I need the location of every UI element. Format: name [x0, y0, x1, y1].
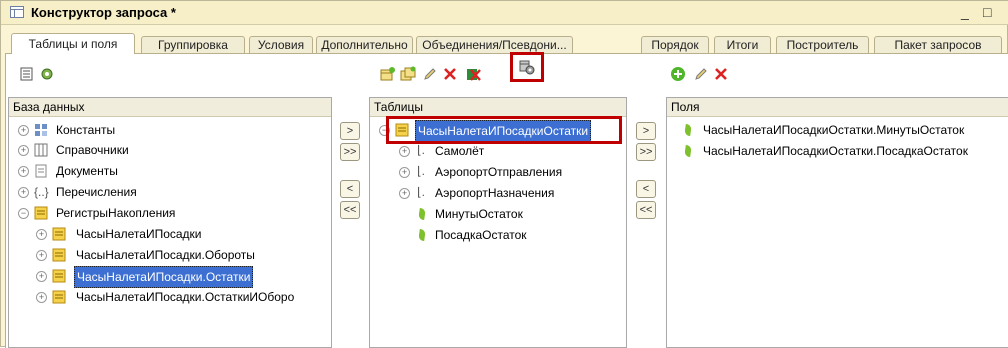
tree-item-label: ЧасыНалетаИПосадки — [76, 227, 202, 241]
reference-icon: ⌊. — [417, 143, 426, 157]
remove-all-tables-button[interactable]: << — [340, 201, 360, 219]
tree-item-label: АэропортОтправления — [435, 165, 563, 179]
tree-item-label: Константы — [56, 123, 116, 137]
fields-header: Поля — [667, 98, 1008, 117]
tab-conditions[interactable]: Условия — [249, 36, 313, 53]
tree-item-label: Перечисления — [56, 185, 137, 199]
delete-icon[interactable] — [713, 66, 729, 82]
expand-icon[interactable]: + — [36, 250, 47, 261]
add-table-icon[interactable] — [379, 66, 395, 82]
tab-grouping[interactable]: Группировка — [141, 36, 245, 53]
remove-field-button[interactable]: < — [636, 180, 656, 198]
expand-icon[interactable]: + — [18, 145, 29, 156]
register-icon — [52, 227, 66, 241]
tree-item-label: Справочники — [56, 143, 129, 157]
expand-icon[interactable]: + — [18, 166, 29, 177]
add-all-tables-button[interactable]: >> — [340, 143, 360, 161]
database-header: База данных — [9, 98, 331, 117]
expand-icon[interactable]: + — [36, 229, 47, 240]
tab-builder[interactable]: Построитель — [776, 36, 869, 53]
field-label: ЧасыНалетаИПосадкиОстатки.ПосадкаОстаток — [703, 144, 968, 158]
tree-item-label: Документы — [56, 164, 118, 178]
tree-item-label: РегистрыНакопления — [56, 206, 176, 220]
expand-icon[interactable]: + — [399, 188, 410, 199]
tab-tables-fields[interactable]: Таблицы и поля — [11, 33, 135, 54]
tree-item-label-selected: ЧасыНалетаИПосадки.Остатки — [74, 266, 254, 288]
resource-field-icon — [684, 145, 692, 157]
add-all-fields-button[interactable]: >> — [636, 143, 656, 161]
register-icon — [34, 206, 48, 220]
expand-icon[interactable]: + — [36, 292, 47, 303]
query-builder-window: Конструктор запроса * _ □ Таблицы и поля… — [0, 0, 1008, 348]
tab-totals[interactable]: Итоги — [714, 36, 771, 53]
reference-icon: ⌊. — [417, 164, 426, 178]
reference-icon: ⌊. — [417, 185, 426, 199]
add-plus-icon[interactable] — [670, 66, 686, 82]
table-settings-icon[interactable] — [519, 59, 535, 75]
tree-item-label: ЧасыНалетаИПосадки.ОстаткиИОборо — [76, 290, 295, 304]
enums-icon: {..} — [34, 185, 49, 199]
collapse-icon[interactable]: − — [18, 208, 29, 219]
expand-icon[interactable]: + — [36, 271, 47, 282]
add-table-button[interactable]: > — [340, 122, 360, 140]
tree-item-label: АэропортНазначения — [435, 186, 555, 200]
expand-icon[interactable]: + — [399, 167, 410, 178]
add-field-button[interactable]: > — [636, 122, 656, 140]
tab-content: База данных + Константы + Справочники + — [5, 52, 1008, 348]
resource-field-icon — [418, 208, 426, 220]
tab-additional[interactable]: Дополнительно — [316, 36, 413, 53]
fields-panel: Поля ЧасыНалетаИПосадкиОстатки.МинутыОст… — [666, 97, 1008, 348]
register-icon — [52, 269, 66, 283]
tree-item-label: МинутыОстаток — [435, 207, 523, 221]
register-icon — [52, 290, 66, 304]
resource-field-icon — [418, 229, 426, 241]
remove-all-fields-button[interactable]: << — [636, 201, 656, 219]
remove-table-button[interactable]: < — [340, 180, 360, 198]
tab-order[interactable]: Порядок — [641, 36, 709, 53]
register-icon — [52, 248, 66, 262]
maximize-button[interactable]: □ — [983, 4, 991, 20]
expand-icon[interactable]: + — [399, 146, 410, 157]
documents-icon — [35, 164, 47, 178]
database-panel: База данных + Константы + Справочники + — [8, 97, 332, 348]
tables-panel: Таблицы − ЧасыНалетаИПосадкиОстатки + ⌊.… — [369, 97, 627, 348]
catalogs-icon — [34, 143, 48, 157]
list-icon[interactable] — [19, 66, 35, 82]
tab-bar: Таблицы и поля Группировка Условия Допол… — [5, 29, 1008, 54]
delete-icon[interactable] — [442, 66, 458, 82]
resource-field-icon — [684, 124, 692, 136]
window-title: Конструктор запроса * — [31, 5, 176, 20]
tree-item-label: ЧасыНалетаИПосадки.Обороты — [76, 248, 255, 262]
tables-header: Таблицы — [370, 98, 626, 117]
minimize-button[interactable]: _ — [961, 4, 969, 20]
edit-pencil-icon[interactable] — [693, 66, 709, 82]
expand-icon[interactable]: + — [18, 125, 29, 136]
add-nested-table-icon[interactable] — [400, 66, 416, 82]
constants-icon — [35, 124, 47, 136]
tree-item-label: ПосадкаОстаток — [435, 228, 527, 242]
excel-delete-icon[interactable] — [465, 66, 481, 82]
title-bar: Конструктор запроса * _ □ — [1, 1, 1008, 25]
tab-query-batch[interactable]: Пакет запросов — [874, 36, 1002, 53]
tab-unions-aliases[interactable]: Объединения/Псевдони... — [416, 36, 573, 53]
field-label: ЧасыНалетаИПосадкиОстатки.МинутыОстаток — [703, 123, 965, 137]
tree-settings-icon[interactable] — [39, 66, 55, 82]
tree-item-label: Самолёт — [435, 144, 485, 158]
edit-pencil-icon[interactable] — [422, 66, 438, 82]
expand-icon[interactable]: + — [18, 187, 29, 198]
window-icon — [10, 6, 24, 18]
